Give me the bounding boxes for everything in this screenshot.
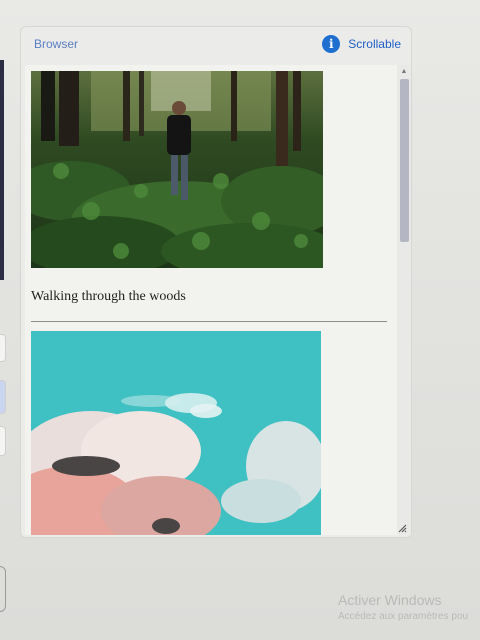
scrollbar-thumb[interactable]: [400, 79, 409, 242]
adjacent-window-edge: [0, 60, 4, 280]
scroll-up-arrow-icon[interactable]: ▲: [397, 65, 411, 77]
scrollable-indicator[interactable]: i Scrollable: [322, 35, 401, 53]
panel-header: Browser i Scrollable: [21, 27, 411, 63]
scrollable-label: Scrollable: [348, 37, 401, 51]
panel-title: Browser: [34, 37, 79, 51]
side-tab[interactable]: [0, 426, 6, 456]
watermark-subtitle: Accédez aux paramètres pou: [338, 611, 469, 622]
resize-grip-icon[interactable]: [397, 523, 407, 533]
cloudy-sky-photo: [31, 331, 321, 535]
adjacent-window-box: [0, 566, 6, 612]
watermark-title: Activer Windows: [338, 592, 442, 608]
browser-viewport[interactable]: Walking through the woods: [25, 65, 411, 535]
side-tab[interactable]: [0, 380, 6, 414]
activation-watermark: Activer Windows Accédez aux paramètres p…: [338, 592, 468, 622]
photo-caption: Walking through the woods: [31, 289, 186, 304]
divider: [31, 321, 387, 322]
side-tab[interactable]: [0, 334, 6, 362]
info-icon[interactable]: i: [322, 35, 341, 53]
forest-hiker-photo: [31, 71, 323, 268]
browser-panel: Browser i Scrollable Walking through the…: [20, 26, 412, 538]
vertical-scrollbar[interactable]: ▲: [397, 65, 411, 535]
